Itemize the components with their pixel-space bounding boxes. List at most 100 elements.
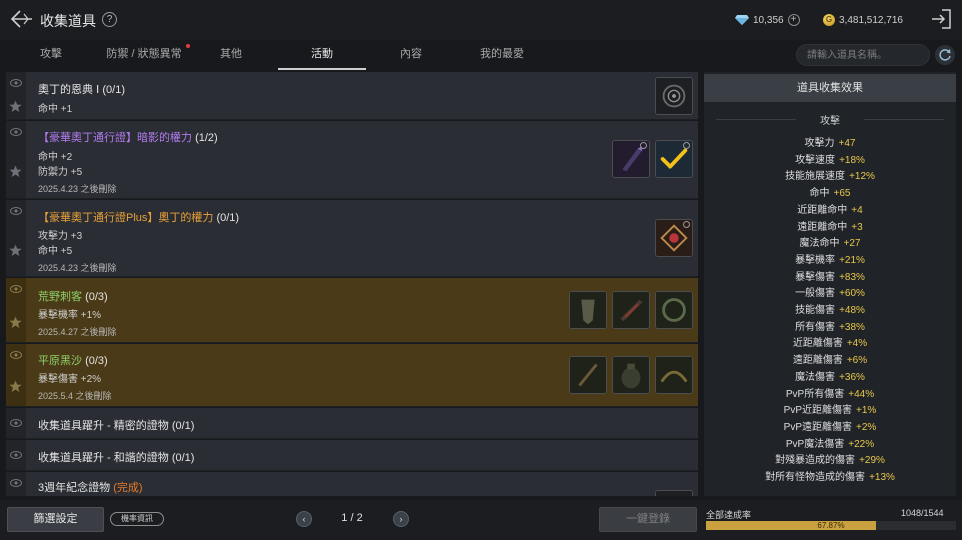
filter-settings-button[interactable]: 篩選設定 — [7, 507, 104, 532]
plus-icon[interactable]: + — [787, 14, 800, 26]
expiry-text: 2025.4.23 之後刪除 — [38, 184, 117, 194]
item-slot[interactable] — [655, 77, 693, 115]
effect-line: 技能施展速度 +12% — [704, 167, 956, 182]
tab-other[interactable]: 其他 — [200, 40, 262, 70]
star-icon[interactable] — [9, 244, 22, 257]
eye-icon[interactable] — [10, 206, 22, 216]
tab-favorites[interactable]: 我的最愛 — [470, 40, 534, 70]
prev-page-button[interactable]: ‹ — [296, 511, 312, 527]
eye-icon[interactable] — [10, 418, 22, 428]
next-page-button[interactable]: › — [393, 511, 409, 527]
effect-name: 魔法命中 — [799, 238, 840, 250]
row-title: 奧丁的恩典 Ⅰ (0/1) — [38, 81, 125, 97]
eye-icon[interactable] — [10, 78, 22, 88]
stat-line: 命中 +2 — [38, 152, 73, 163]
collection-row[interactable]: 3週年紀念證物 (完成) — [6, 472, 698, 496]
tab-attack[interactable]: 攻擊 — [20, 40, 82, 70]
eye-icon[interactable] — [10, 450, 22, 460]
item-slot[interactable] — [612, 356, 650, 394]
effect-name: 技能施展速度 — [785, 171, 846, 183]
item-slot[interactable] — [612, 291, 650, 329]
item-slot[interactable] — [612, 140, 650, 178]
effect-line: 一般傷害 +60% — [704, 284, 956, 299]
collection-row[interactable]: 荒野刺客 (0/3) 暴擊機率 +1% 2025.4.27 之後刪除 — [6, 278, 698, 343]
collection-row[interactable]: 收集道具躍升 - 精密的證物 (0/1) — [6, 408, 698, 439]
effect-value: +1% — [856, 405, 877, 417]
collection-row[interactable]: 收集道具躍升 - 和諧的證物 (0/1) — [6, 440, 698, 471]
item-slot[interactable] — [569, 356, 607, 394]
effect-line: 對所有怪物造成的傷害 +13% — [704, 468, 956, 483]
item-slot[interactable] — [655, 219, 693, 257]
item-slot[interactable] — [655, 490, 693, 496]
progress-percent: 67.87% — [817, 521, 845, 530]
collection-count: (0/1) — [102, 84, 125, 96]
tab-event[interactable]: 活動 — [278, 40, 366, 70]
collection-row[interactable]: 【豪華奧丁通行證】暗影的權力 (1/2) 命中 +2 防禦力 +5 2025.4… — [6, 121, 698, 199]
star-icon[interactable] — [9, 380, 22, 393]
effects-header[interactable]: 道具收集效果 — [704, 74, 956, 102]
effect-name: 對所有怪物造成的傷害 — [765, 472, 866, 483]
row-title: 【豪華奧丁通行證】暗影的權力 (1/2) — [38, 129, 218, 145]
item-slot[interactable] — [569, 291, 607, 329]
help-icon[interactable]: ? — [102, 12, 117, 27]
collection-row[interactable]: 平原黑沙 (0/3) 暴擊傷害 +2% 2025.5.4 之後刪除 — [6, 344, 698, 407]
effect-value: +44% — [848, 388, 875, 400]
quick-register-button[interactable]: 一鍵登錄 — [599, 507, 697, 532]
effect-name: 所有傷害 — [795, 321, 836, 333]
item-slot[interactable] — [655, 356, 693, 394]
effect-value: +6% — [846, 355, 868, 367]
effect-value: +47 — [838, 138, 856, 149]
collection-prefix: 【豪華奧丁通行證Plus】 — [38, 212, 159, 224]
row-title: 荒野刺客 (0/3) — [38, 288, 108, 304]
eye-icon[interactable] — [10, 350, 22, 360]
stat-line: 防禦力 +5 — [38, 167, 83, 178]
row-title: 3週年紀念證物 (完成) — [38, 479, 143, 495]
effect-line: 暴擊機率 +21% — [704, 251, 956, 266]
effect-value: +18% — [839, 154, 865, 166]
effect-name: 技能傷害 — [795, 305, 836, 316]
row-title: 收集道具躍升 - 和諧的證物 (0/1) — [38, 449, 194, 465]
tab-content[interactable]: 內容 — [380, 40, 442, 70]
effects-category: 攻擊 — [704, 112, 956, 127]
item-slot[interactable] — [655, 140, 693, 178]
expiry-text: 2025.5.4 之後刪除 — [38, 391, 112, 401]
collection-row[interactable]: 【豪華奧丁通行證Plus】奧丁的權力 (0/1) 攻擊力 +3 命中 +5 20… — [6, 200, 698, 277]
tab-defense-label: 防禦 / 狀態異常 — [106, 48, 182, 60]
effect-value: +65 — [833, 188, 851, 200]
probability-info-button[interactable]: 機率資訊 — [110, 512, 164, 526]
effect-value: +83% — [839, 271, 865, 283]
row-title: 收集道具躍升 - 精密的證物 (0/1) — [38, 417, 194, 433]
stat-line: 命中 +5 — [38, 246, 73, 257]
gold-amount: 3,481,512,716 — [839, 14, 903, 26]
collection-name: 荒野刺客 — [38, 291, 82, 303]
search-input[interactable] — [796, 44, 930, 66]
eye-icon[interactable] — [10, 478, 22, 488]
effect-line: 攻擊力 +47 — [704, 134, 956, 149]
refresh-icon[interactable] — [935, 45, 955, 65]
effect-name: 攻擊力 — [804, 138, 835, 149]
star-icon[interactable] — [9, 100, 22, 113]
collection-count: (1/2) — [195, 132, 218, 144]
collection-row[interactable]: 奧丁的恩典 Ⅰ (0/1) 命中 +1 — [6, 72, 698, 120]
back-arrow-icon[interactable] — [8, 8, 34, 30]
effect-name: 一般傷害 — [795, 288, 836, 300]
progress-count: 1048/1544 — [901, 508, 944, 518]
eye-icon[interactable] — [10, 284, 22, 294]
collection-name: 奧丁的恩典 Ⅰ — [38, 84, 100, 96]
item-slot[interactable] — [655, 291, 693, 329]
effect-value: +4 — [851, 204, 863, 216]
exit-icon[interactable] — [930, 9, 952, 29]
collection-effects-panel: 道具收集效果 攻擊 攻擊力 +47 攻擊速度 +18% 技能施展速度 +12% 命中 +65 近… — [704, 72, 956, 496]
collection-count: (0/3) — [85, 355, 108, 367]
effect-value: +29% — [859, 455, 885, 467]
star-icon[interactable] — [9, 316, 22, 329]
eye-icon[interactable] — [10, 127, 22, 137]
slot-badge — [640, 142, 647, 149]
effect-line: 暴擊傷害 +83% — [704, 268, 956, 283]
effect-name: PvP近距離傷害 — [783, 405, 853, 417]
tab-defense[interactable]: 防禦 / 狀態異常 — [96, 40, 192, 70]
notification-dot — [186, 44, 190, 48]
star-icon[interactable] — [9, 165, 22, 178]
progress-label: 全部達成率 — [706, 510, 752, 520]
category-tabs: 攻擊 防禦 / 狀態異常 其他 活動 內容 我的最愛 — [0, 40, 700, 70]
